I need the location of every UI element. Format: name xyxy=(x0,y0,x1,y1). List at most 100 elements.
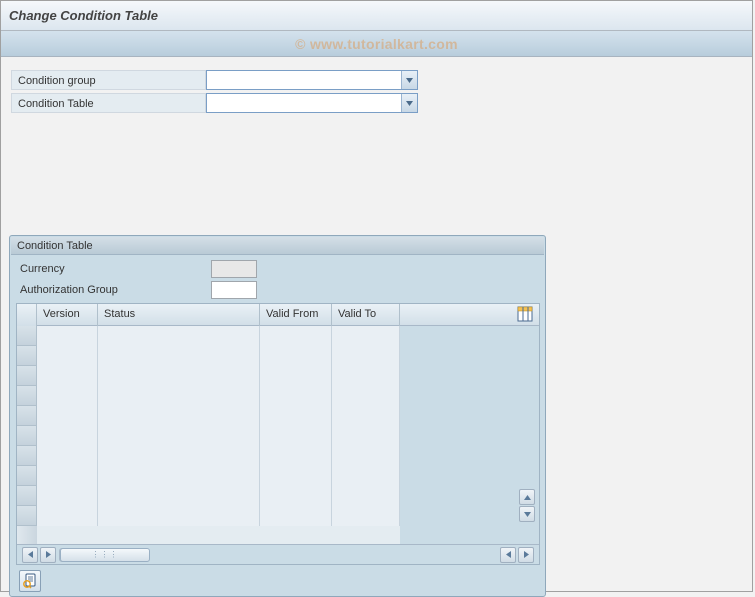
grid-cell[interactable] xyxy=(98,486,260,506)
dropdown-condition-group[interactable] xyxy=(206,70,418,90)
scroll-left-button[interactable] xyxy=(22,547,38,563)
grid: VersionStatusValid FromValid To xyxy=(16,303,540,565)
scroll-up-button[interactable] xyxy=(519,489,535,505)
grid-row-selector[interactable] xyxy=(17,506,37,526)
grid-cell[interactable] xyxy=(37,406,98,426)
vertical-scrollbar xyxy=(519,326,535,522)
grid-cell[interactable] xyxy=(98,406,260,426)
table-row xyxy=(37,406,400,426)
analyze-button[interactable] xyxy=(19,570,41,592)
grid-row-selector[interactable] xyxy=(17,466,37,486)
grid-cell[interactable] xyxy=(260,506,332,526)
grid-cell[interactable] xyxy=(260,346,332,366)
grid-data-area xyxy=(37,326,400,544)
app-frame: Change Condition Table © www.tutorialkar… xyxy=(0,0,753,592)
grid-row-selector[interactable] xyxy=(17,346,37,366)
row-condition-table: Condition Table xyxy=(11,92,742,114)
grid-row-selector[interactable] xyxy=(17,406,37,426)
grid-corner[interactable] xyxy=(17,304,37,326)
scroll-track[interactable]: ⋮⋮⋮ xyxy=(59,548,149,562)
table-row xyxy=(37,506,400,526)
grid-cell[interactable] xyxy=(260,406,332,426)
grid-cell[interactable] xyxy=(37,366,98,386)
row-condition-group: Condition group xyxy=(11,69,742,91)
grid-cell[interactable] xyxy=(98,386,260,406)
label-condition-group: Condition group xyxy=(11,70,206,90)
scroll-right-button[interactable] xyxy=(40,547,56,563)
dropdown-condition-table[interactable] xyxy=(206,93,418,113)
grid-cell[interactable] xyxy=(260,366,332,386)
grid-cell[interactable] xyxy=(260,486,332,506)
grid-cell[interactable] xyxy=(332,446,400,466)
grid-row-selector[interactable] xyxy=(17,326,37,346)
grid-cell[interactable] xyxy=(37,466,98,486)
input-auth-group[interactable] xyxy=(211,281,257,299)
grid-cell[interactable] xyxy=(98,346,260,366)
grid-cell[interactable] xyxy=(260,466,332,486)
condition-table-panel: Condition Table Currency Authorization G… xyxy=(9,235,546,597)
grid-cell[interactable] xyxy=(37,446,98,466)
horizontal-scrollbar: ⋮⋮⋮ xyxy=(17,544,539,564)
grid-cell[interactable] xyxy=(332,366,400,386)
scroll-right-button-2[interactable] xyxy=(518,547,534,563)
scroll-left-button-2[interactable] xyxy=(500,547,516,563)
chevron-down-icon xyxy=(401,94,417,112)
grid-cell[interactable] xyxy=(332,506,400,526)
grid-cell[interactable] xyxy=(332,346,400,366)
grid-cell[interactable] xyxy=(260,426,332,446)
grid-header-status[interactable]: Status xyxy=(98,304,260,326)
label-condition-table: Condition Table xyxy=(11,93,206,113)
table-row xyxy=(37,346,400,366)
panel-title: Condition Table xyxy=(11,237,544,255)
toolbar: © www.tutorialkart.com xyxy=(1,31,752,57)
label-currency: Currency xyxy=(16,261,211,277)
table-row xyxy=(37,486,400,506)
panel-toolbar xyxy=(16,570,539,592)
grid-row-selector[interactable] xyxy=(17,446,37,466)
grid-cell[interactable] xyxy=(37,326,98,346)
grid-cell[interactable] xyxy=(260,386,332,406)
grid-cell[interactable] xyxy=(37,426,98,446)
grid-cell[interactable] xyxy=(37,506,98,526)
grid-cell[interactable] xyxy=(332,426,400,446)
grid-cell[interactable] xyxy=(332,406,400,426)
grid-right-band xyxy=(400,326,539,544)
grid-row-selector[interactable] xyxy=(17,426,37,446)
grid-cell[interactable] xyxy=(332,326,400,346)
grid-cell[interactable] xyxy=(37,346,98,366)
grid-header-row: VersionStatusValid FromValid To xyxy=(17,304,539,326)
scroll-thumb[interactable]: ⋮⋮⋮ xyxy=(60,548,150,562)
grid-cell[interactable] xyxy=(260,326,332,346)
grid-cell[interactable] xyxy=(98,466,260,486)
table-row xyxy=(37,466,400,486)
grid-row-selector-column xyxy=(17,326,37,544)
grid-cell[interactable] xyxy=(98,326,260,346)
grid-header-valid-from[interactable]: Valid From xyxy=(260,304,332,326)
grid-cell[interactable] xyxy=(332,486,400,506)
grip-icon: ⋮⋮⋮ xyxy=(92,550,119,559)
row-auth-group: Authorization Group xyxy=(16,279,539,300)
configure-columns-button[interactable] xyxy=(517,306,533,325)
row-currency: Currency xyxy=(16,258,539,279)
grid-row-selector[interactable] xyxy=(17,386,37,406)
grid-cell[interactable] xyxy=(98,446,260,466)
scroll-down-button[interactable] xyxy=(519,506,535,522)
grid-cell[interactable] xyxy=(332,386,400,406)
table-row xyxy=(37,326,400,346)
input-currency[interactable] xyxy=(211,260,257,278)
grid-cell[interactable] xyxy=(332,466,400,486)
grid-header-version[interactable]: Version xyxy=(37,304,98,326)
grid-cell[interactable] xyxy=(37,386,98,406)
grid-cell[interactable] xyxy=(98,506,260,526)
grid-cell[interactable] xyxy=(98,366,260,386)
grid-row-selector[interactable] xyxy=(17,486,37,506)
table-row xyxy=(37,426,400,446)
grid-cell[interactable] xyxy=(260,446,332,466)
grid-cell[interactable] xyxy=(37,486,98,506)
grid-header-valid-to[interactable]: Valid To xyxy=(332,304,400,326)
grid-row-selector[interactable] xyxy=(17,366,37,386)
panel-body: Currency Authorization Group VersionStat… xyxy=(11,255,544,597)
table-row xyxy=(37,446,400,466)
label-auth-group: Authorization Group xyxy=(16,282,211,298)
grid-cell[interactable] xyxy=(98,426,260,446)
